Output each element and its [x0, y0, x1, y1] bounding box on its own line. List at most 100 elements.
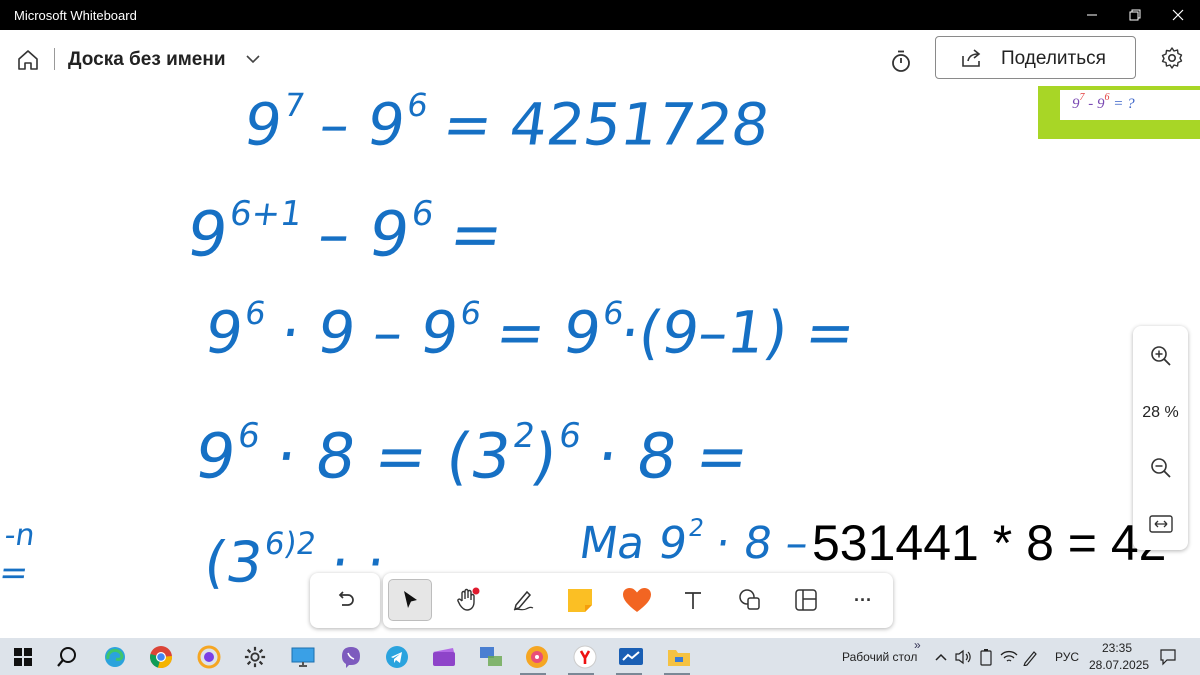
ink-line-4: 96 · 8 = (32)6 · 8 =: [190, 416, 754, 493]
chevron-down-icon: [246, 55, 260, 64]
ink-line-3: 96 · 9 – 96 = 96·(9–1) =: [200, 294, 860, 367]
taskbar-edge[interactable]: [102, 644, 128, 670]
taskbar-search-button[interactable]: [54, 644, 80, 670]
templates-icon: [795, 589, 817, 611]
sticky-note-tool[interactable]: [558, 579, 602, 621]
board-title[interactable]: Доска без имени: [68, 49, 226, 71]
wifi-icon: [1000, 650, 1018, 662]
sticky-note-icon: [568, 589, 592, 612]
zoom-out-button[interactable]: [1147, 454, 1175, 482]
notifications-button[interactable]: [1155, 644, 1181, 670]
input-language[interactable]: РУС: [1055, 650, 1079, 664]
ink-line-2: 96+1 – 96 =: [182, 194, 508, 271]
windows-logo-icon: [14, 648, 32, 666]
minimize-button[interactable]: [1072, 0, 1112, 30]
sticky-note-content: 97 - 96 = ?: [1060, 90, 1200, 120]
zoom-in-icon: [1151, 346, 1171, 366]
pan-tool[interactable]: [445, 579, 489, 621]
title-bar: Microsoft Whiteboard: [0, 0, 1200, 30]
taskbar-remote-desktop[interactable]: [290, 644, 316, 670]
browser-icon: [197, 645, 221, 669]
zoom-panel: 28 %: [1133, 326, 1188, 550]
fit-to-screen-button[interactable]: [1147, 510, 1175, 538]
timer-button[interactable]: [886, 46, 916, 76]
desktop-toolbar-label[interactable]: Рабочий стол: [842, 650, 917, 664]
taskbar-video-app[interactable]: [431, 644, 457, 670]
zoom-out-icon: [1151, 458, 1171, 478]
more-tools-button[interactable]: ···: [841, 579, 885, 621]
pan-hand-icon: [457, 587, 480, 611]
ink-line-5-right: Ма 92 · 8 –: [576, 514, 812, 569]
app-toolbar: Доска без имени Поделиться: [0, 30, 1200, 86]
taskbar-settings[interactable]: [242, 644, 268, 670]
select-icon: [404, 591, 417, 608]
taskbar-network-app[interactable]: [478, 644, 504, 670]
templates-tool[interactable]: [784, 579, 828, 621]
folder-icon: [668, 650, 690, 666]
gear-icon: [1161, 47, 1183, 69]
taskbar-yandex[interactable]: [572, 644, 598, 670]
pen-settings-button[interactable]: [1018, 644, 1044, 670]
ink-left-edge: -n =: [0, 518, 38, 593]
start-button[interactable]: [10, 644, 36, 670]
share-icon: [962, 49, 981, 67]
video-clapper-icon: [433, 648, 455, 666]
more-icon: ···: [854, 589, 872, 610]
clock-time[interactable]: 23:35: [1102, 641, 1132, 655]
search-icon: [57, 647, 76, 667]
shapes-tool[interactable]: [728, 579, 772, 621]
share-label: Поделиться: [1001, 48, 1106, 69]
restore-icon: [1129, 9, 1141, 21]
taskbar-viber[interactable]: [338, 644, 364, 670]
toolbar-expand-chevron[interactable]: »: [914, 638, 921, 652]
chevron-up-icon: [935, 653, 947, 661]
chrome-browser-icon: [150, 646, 173, 669]
windows-taskbar: Рабочий стол » РУС 23:35 28.07.2025: [0, 638, 1200, 675]
select-tool[interactable]: [388, 579, 432, 621]
undo-button[interactable]: [323, 579, 367, 621]
music-player-icon: [526, 646, 548, 668]
taskbar-whiteboard[interactable]: [618, 644, 644, 670]
battery-icon: [980, 649, 992, 666]
text-icon: [685, 592, 701, 609]
taskbar-browser[interactable]: [196, 644, 222, 670]
taskbar-telegram[interactable]: [384, 644, 410, 670]
undo-icon: [338, 591, 354, 606]
pen-input-icon: [1023, 651, 1037, 666]
notification-icon: [1160, 649, 1176, 666]
home-icon: [18, 50, 38, 70]
board-menu-button[interactable]: [244, 50, 262, 73]
telegram-icon: [386, 646, 408, 668]
undo-bar: [310, 573, 380, 628]
sticky-note[interactable]: 97 - 96 = ?: [1038, 86, 1200, 139]
whiteboard-canvas[interactable]: 97 – 96 = 4251728 96+1 – 96 = 96 · 9 – 9…: [0, 86, 1200, 638]
taskbar-chrome[interactable]: [148, 644, 174, 670]
pen-tool[interactable]: [501, 579, 545, 621]
zoom-level[interactable]: 28 %: [1133, 404, 1188, 422]
edge-browser-icon: [105, 647, 125, 667]
ink-line-1: 97 – 96 = 4251728: [239, 86, 774, 159]
text-tool[interactable]: [671, 579, 715, 621]
share-button[interactable]: Поделиться: [935, 36, 1136, 79]
restore-button[interactable]: [1115, 0, 1155, 30]
reaction-heart-icon: [623, 588, 651, 612]
taskbar-music-app[interactable]: [524, 644, 550, 670]
pen-icon: [513, 590, 534, 611]
typed-text[interactable]: 531441 * 8 = 42: [812, 514, 1167, 572]
close-button[interactable]: [1158, 0, 1198, 30]
shapes-icon: [739, 589, 760, 610]
speaker-icon: [955, 649, 971, 665]
clock-date[interactable]: 28.07.2025: [1089, 658, 1149, 672]
zoom-in-button[interactable]: [1147, 342, 1175, 370]
monitor-icon: [291, 647, 315, 667]
home-button[interactable]: [14, 46, 42, 74]
whiteboard-app-icon: [619, 648, 643, 665]
reactions-tool[interactable]: [615, 579, 659, 621]
settings-button[interactable]: [1157, 43, 1187, 73]
taskbar-file-explorer[interactable]: [666, 644, 692, 670]
yandex-browser-icon: [573, 645, 597, 669]
divider: [54, 48, 55, 70]
app-title: Microsoft Whiteboard: [14, 8, 137, 23]
network-computer-icon: [480, 647, 502, 666]
minimize-icon: [1087, 14, 1097, 16]
